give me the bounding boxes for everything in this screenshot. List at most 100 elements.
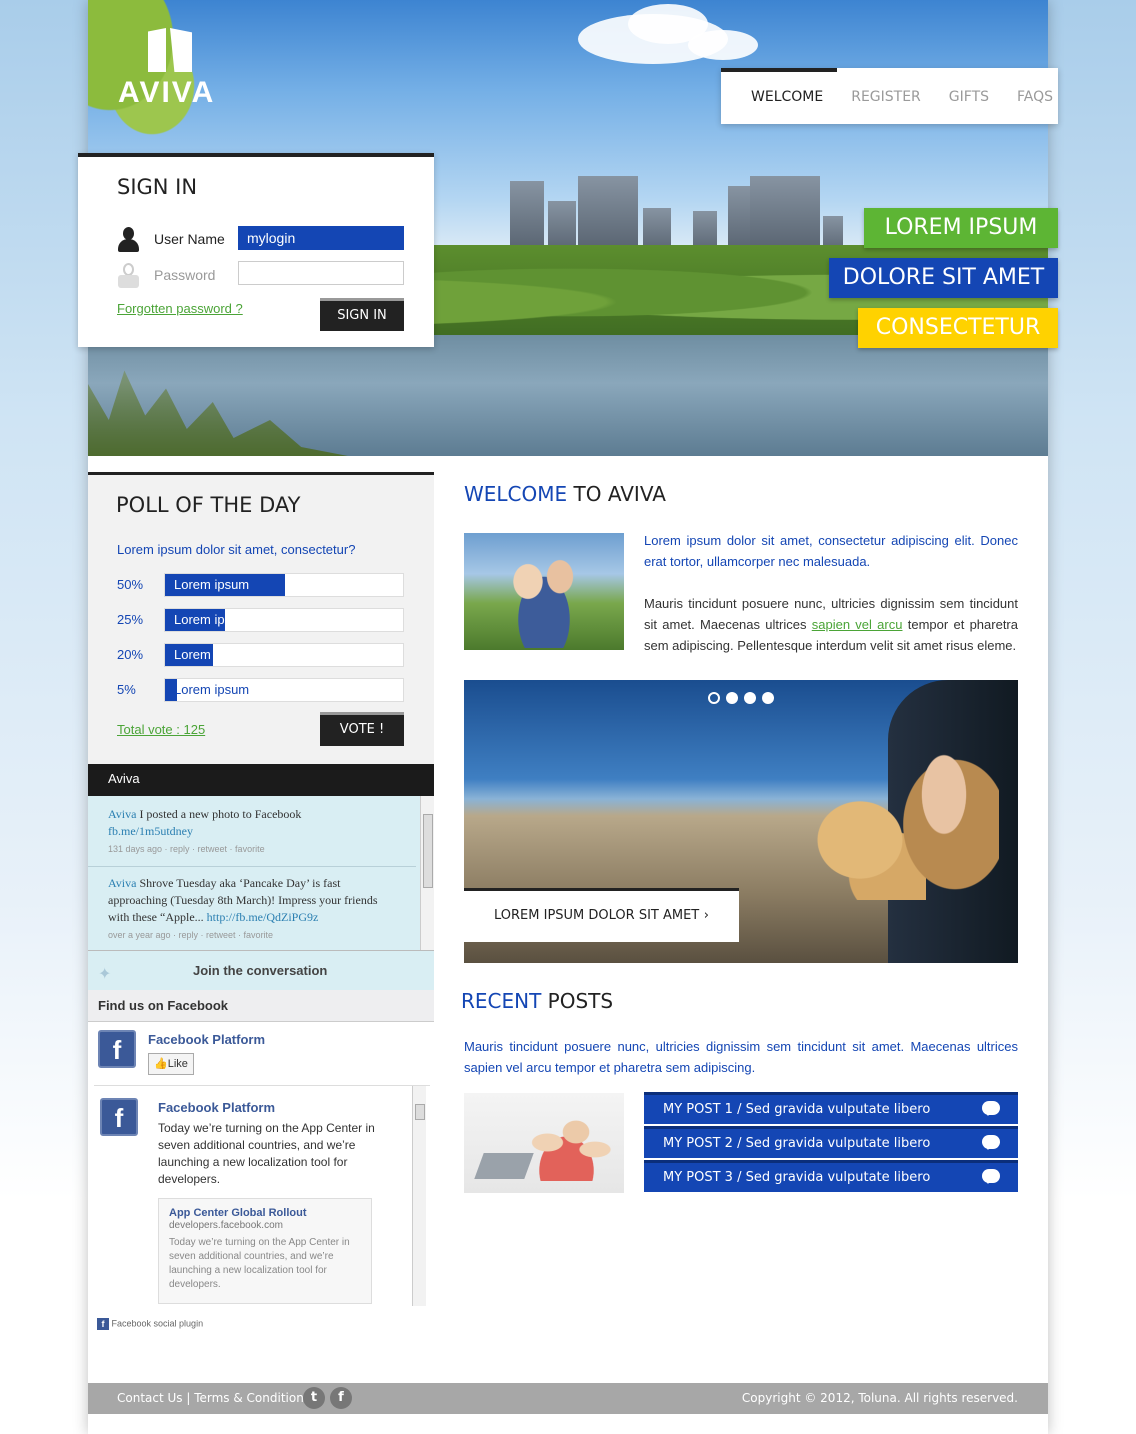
recent-post-title: MY POST 2 / Sed gravida vulputate libero	[663, 1136, 931, 1151]
card-title: App Center Global Rollout	[169, 1207, 307, 1219]
facebook-post-author[interactable]: Facebook Platform	[158, 1100, 275, 1115]
recent-post-title: MY POST 3 / Sed gravida vulputate libero	[663, 1170, 931, 1185]
like-label: Like	[167, 1058, 188, 1070]
poll-option-label: Lorem ipsum	[174, 682, 250, 697]
aviva-logo[interactable]: AVIVA	[118, 28, 228, 110]
ribbon-consectetur[interactable]: CONSECTETUR	[858, 308, 1058, 348]
poll-option-label: Lorem ipsum dolor	[174, 612, 282, 627]
username-field[interactable]: mylogin	[238, 226, 404, 250]
facebook-widget-header: Find us on Facebook	[88, 990, 434, 1022]
thumbs-up-icon: 👍	[154, 1058, 168, 1070]
total-vote-link[interactable]: Total vote : 125	[117, 722, 205, 737]
twitter-bird-icon: ✦	[98, 966, 112, 983]
comment-icon	[982, 1101, 1000, 1116]
tweet-user[interactable]: Aviva	[108, 807, 136, 821]
ribbon-lorem-ipsum[interactable]: LOREM IPSUM	[864, 208, 1058, 248]
poll-option-percent: 25%	[117, 612, 144, 627]
signin-title: SIGN IN	[117, 175, 198, 199]
recent-posts-heading: RECENT POSTS	[461, 989, 613, 1013]
twitter-widget-header: Aviva	[88, 764, 434, 796]
poll-option-2[interactable]: 25% Lorem ipsum dolor	[117, 608, 407, 632]
forgot-password-link[interactable]: Forgotten password ?	[117, 301, 243, 316]
poll-option-label: Lorem	[174, 647, 211, 662]
slider-dot[interactable]	[708, 692, 720, 704]
tweet-link[interactable]: fb.me/1m5utdney	[108, 824, 193, 838]
facebook-post-text: Today we’re turning on the App Center in…	[158, 1121, 375, 1186]
recent-post-item[interactable]: MY POST 1 / Sed gravida vulputate libero	[644, 1092, 1018, 1124]
welcome-heading: WELCOME TO AVIVA	[464, 482, 666, 506]
footer-separator: |	[182, 1391, 195, 1405]
tweet-meta[interactable]: over a year ago · reply · retweet · favo…	[108, 928, 396, 942]
sapien-link[interactable]: sapien vel arcu	[812, 617, 903, 632]
logo-mark	[148, 28, 194, 72]
password-label: Password	[154, 267, 216, 283]
slider-dot[interactable]	[744, 692, 756, 704]
girl-image	[889, 742, 999, 892]
vote-button[interactable]: VOTE !	[320, 712, 404, 746]
poll-panel: POLL OF THE DAY Lorem ipsum dolor sit am…	[88, 472, 434, 764]
family-laptop-photo	[464, 1093, 624, 1193]
tweet-text: I posted a new photo to Facebook	[136, 807, 302, 821]
poll-title: POLL OF THE DAY	[116, 493, 301, 517]
tweet-link[interactable]: http://fb.me/QdZiPG9z	[207, 910, 319, 924]
poll-option-3[interactable]: 20% Lorem	[117, 643, 407, 667]
username-label: User Name	[154, 231, 225, 247]
slider-dot[interactable]	[726, 692, 738, 704]
twitter-feed: Aviva I posted a new photo to Facebook f…	[88, 796, 434, 950]
poll-option-percent: 50%	[117, 577, 144, 592]
card-text: Today we’re turning on the App Center in…	[169, 1237, 350, 1290]
join-conversation-bar[interactable]: ✦ Join the conversation	[88, 950, 434, 990]
recent-post-item[interactable]: MY POST 2 / Sed gravida vulputate libero	[644, 1126, 1018, 1158]
comment-icon	[982, 1135, 1000, 1150]
facebook-link-card[interactable]: App Center Global Rollout developers.fac…	[158, 1198, 372, 1304]
slider-caption[interactable]: LOREM IPSUM DOLOR SIT AMET ›	[464, 888, 739, 942]
poll-option-percent: 5%	[117, 682, 136, 697]
join-conversation-link[interactable]: Join the conversation	[193, 963, 327, 978]
signin-button[interactable]: SIGN IN	[320, 298, 404, 331]
user-icon	[118, 227, 139, 253]
image-slider[interactable]: LOREM IPSUM DOLOR SIT AMET ›	[464, 680, 1018, 963]
recent-post-title: MY POST 1 / Sed gravida vulputate libero	[663, 1102, 931, 1117]
facebook-icon[interactable]: f	[330, 1387, 352, 1409]
nav-gifts[interactable]: GIFTS	[949, 68, 989, 124]
plugin-label-text: Facebook social plugin	[111, 1318, 204, 1329]
nav-register[interactable]: REGISTER	[851, 68, 921, 124]
slider-dot[interactable]	[762, 692, 774, 704]
facebook-scrollbar[interactable]	[412, 1086, 426, 1306]
poll-option-percent: 20%	[117, 647, 144, 662]
footer: Contact Us | Terms & Conditions t f Copy…	[88, 1383, 1048, 1414]
nav-faqs[interactable]: FAQS	[1017, 68, 1053, 124]
facebook-post: f Facebook Platform Today we’re turning …	[94, 1085, 430, 1307]
twitter-scrollbar[interactable]	[420, 796, 434, 950]
tweet-meta[interactable]: 131 days ago · reply · retweet · favorit…	[108, 842, 396, 856]
slider-caption-text: LOREM IPSUM DOLOR SIT AMET	[494, 908, 700, 923]
poll-option-1[interactable]: 50% Lorem ipsum	[117, 573, 407, 597]
recent-heading-accent: RECENT	[461, 989, 542, 1013]
tweet: Aviva I posted a new photo to Facebook f…	[88, 796, 416, 867]
poll-option-4[interactable]: 5% Lorem ipsum	[117, 678, 407, 702]
facebook-logo-icon: f	[98, 1030, 136, 1068]
lock-icon	[118, 263, 139, 289]
facebook-logo-icon: f	[100, 1098, 138, 1136]
tweet-user[interactable]: Aviva	[108, 876, 136, 890]
poll-question: Lorem ipsum dolor sit amet, consectetur?	[117, 542, 356, 557]
card-domain: developers.facebook.com	[169, 1220, 283, 1231]
ribbon-dolore-sit-amet[interactable]: DOLORE SIT AMET	[829, 258, 1058, 298]
recent-post-item[interactable]: MY POST 3 / Sed gravida vulputate libero	[644, 1160, 1018, 1192]
slider-dots	[708, 692, 774, 704]
facebook-icon: f	[97, 1318, 109, 1330]
welcome-heading-rest: TO AVIVA	[567, 482, 666, 506]
twitter-icon[interactable]: t	[303, 1387, 325, 1409]
welcome-intro: Lorem ipsum dolor sit amet, consectetur …	[644, 533, 1018, 569]
terms-link[interactable]: Terms & Conditions	[194, 1391, 310, 1405]
contact-us-link[interactable]: Contact Us	[117, 1391, 183, 1405]
recent-heading-rest: POSTS	[541, 989, 614, 1013]
facebook-like-button[interactable]: 👍Like	[148, 1053, 194, 1075]
main-nav: WELCOME REGISTER GIFTS FAQS	[720, 68, 1058, 124]
password-field[interactable]	[238, 261, 404, 285]
welcome-heading-accent: WELCOME	[464, 482, 568, 506]
copyright: Copyright © 2012, Toluna. All rights res…	[741, 1391, 1018, 1405]
tweet: Aviva Shrove Tuesday aka ‘Pancake Day’ i…	[88, 865, 416, 952]
facebook-page-name[interactable]: Facebook Platform	[148, 1032, 265, 1047]
nav-welcome[interactable]: WELCOME	[720, 68, 838, 124]
